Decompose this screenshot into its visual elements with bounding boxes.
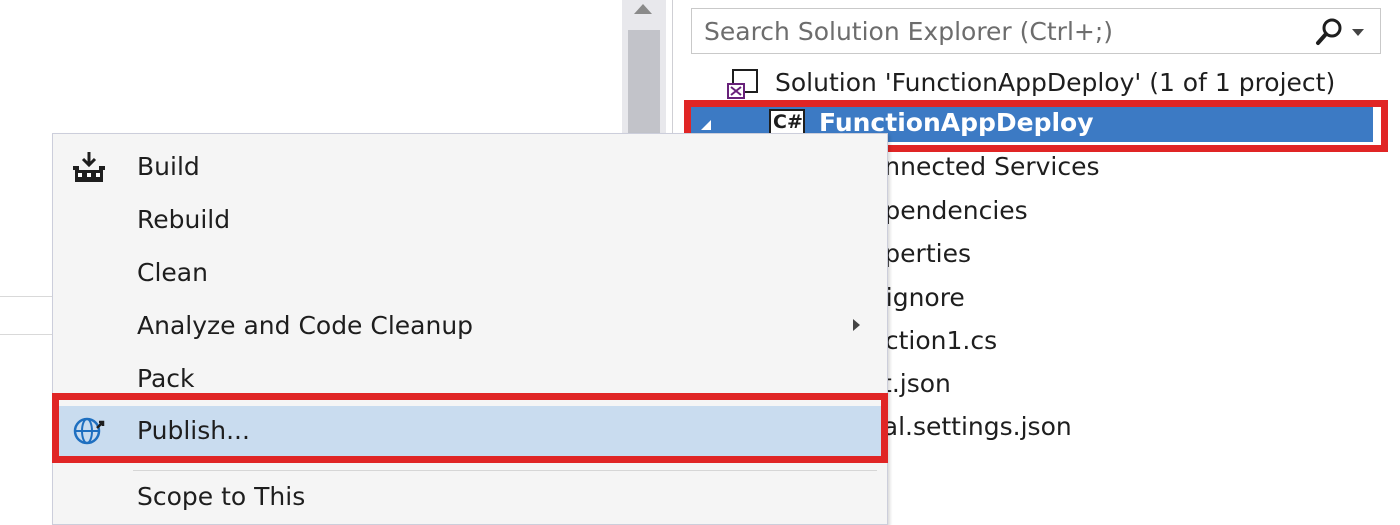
- tree-item-dependencies[interactable]: ependencies: [869, 196, 1028, 225]
- scroll-up-arrow-icon[interactable]: [634, 4, 652, 14]
- tree-item-connected-services[interactable]: onnected Services: [869, 152, 1100, 181]
- submenu-arrow-icon: [853, 319, 860, 331]
- menu-separator: [133, 470, 877, 471]
- search-options-dropdown-icon[interactable]: [1352, 29, 1364, 36]
- context-menu: Build Rebuild Clean Analyze and Code Cle…: [52, 133, 888, 525]
- menu-item-build[interactable]: Build: [57, 142, 883, 192]
- tree-item-local-settings-json[interactable]: cal.settings.json: [869, 412, 1072, 441]
- solution-label: Solution 'FunctionAppDeploy' (1 of 1 pro…: [775, 68, 1336, 97]
- tree-item-function1-cs[interactable]: nction1.cs: [869, 326, 997, 355]
- search-box[interactable]: [691, 8, 1381, 54]
- search-icon[interactable]: [1310, 16, 1350, 48]
- menu-item-analyze-code-cleanup[interactable]: Analyze and Code Cleanup: [57, 301, 883, 351]
- menu-item-scope-to-this[interactable]: Scope to This: [57, 472, 883, 522]
- menu-item-clean[interactable]: Clean: [57, 248, 883, 298]
- publish-highlight-box: [52, 393, 888, 463]
- search-input[interactable]: [704, 15, 1264, 47]
- build-icon: [73, 152, 105, 182]
- menu-item-rebuild[interactable]: Rebuild: [57, 195, 883, 245]
- solution-icon: [727, 69, 758, 99]
- editor-divider-1: [0, 296, 60, 297]
- editor-divider-2: [0, 334, 60, 335]
